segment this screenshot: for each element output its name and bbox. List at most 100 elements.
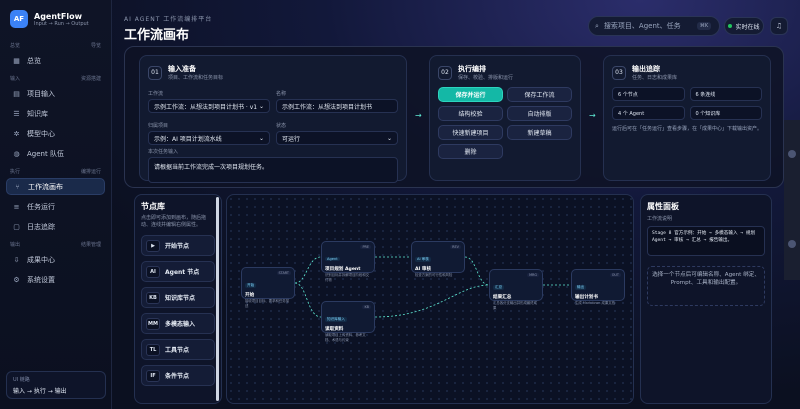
node-tag: 知识库输入	[325, 317, 347, 322]
sidebar-item-settings[interactable]: ⚙ 系统设置	[6, 271, 105, 288]
dot-icon	[788, 240, 796, 248]
sidebar-item-canvas[interactable]: ⑂ 工作流画布	[6, 178, 105, 195]
node-output[interactable]: 输出 OUT 输出计划书 生成 Markdown 成果文档	[571, 269, 625, 305]
task-input-field[interactable]: 请根据当前工作流完成一次项目规划任务。	[148, 157, 398, 183]
sidebar-item-tasks[interactable]: ≡ 任务运行	[6, 198, 105, 215]
node-badge: KB	[362, 305, 371, 309]
library-item-start[interactable]: ▶ 开始节点	[141, 235, 215, 256]
auto-layout-button[interactable]: 自动排版	[507, 106, 572, 121]
search-box[interactable]: ⌕ ⌘K	[588, 16, 720, 36]
sidebar-item-results[interactable]: ⇩ 成果中心	[6, 251, 105, 268]
right-edge-strip	[784, 120, 800, 280]
page-title: 工作流画布	[124, 28, 190, 43]
quick-new-project-button[interactable]: 快速新建项目	[438, 125, 503, 140]
node-tag: 输出	[575, 285, 587, 290]
node-desc: 接收项目目标、要求和任务描述	[245, 299, 290, 308]
properties-panel: 属性面板 工作流说明 Stage 8 官方示例：开始 → 多模态输入 → 规划 …	[640, 194, 772, 404]
node-badge: PRE	[360, 245, 371, 249]
delete-button[interactable]: 删除	[438, 144, 503, 159]
node-title: 项目规划 Agent	[325, 267, 361, 272]
edge-kb-merge	[374, 284, 490, 318]
workflow-value: 示例工作流：从想法到项目计划书 · v1	[154, 103, 258, 111]
nav-group-execute: 执行 编排运行	[6, 168, 105, 175]
library-item-knowledge[interactable]: KB 知识库节点	[141, 287, 215, 308]
node-desc: 识别目标并拆解项目阶段和交付物	[325, 273, 370, 282]
step-subtitle: 任务、日志和成果库	[632, 75, 678, 81]
sidebar-item-logs[interactable]: ▢ 日志追踪	[6, 218, 105, 235]
search-input[interactable]	[603, 22, 692, 30]
step-subtitle: 保存、校验、排版和运行	[458, 75, 514, 81]
workflow-canvas[interactable]: 开始 START 开始 接收项目目标、要求和任务描述 Agent PRE 项目规…	[226, 194, 634, 404]
node-tag: AI 审核	[415, 257, 431, 262]
list-icon: ≡	[13, 202, 20, 211]
sidebar-item-project-input[interactable]: ▤ 项目输入	[6, 85, 105, 102]
status-dot-icon	[728, 24, 733, 28]
online-status: 实时在线	[724, 17, 764, 35]
tool-icon: TL	[146, 343, 160, 356]
node-merge[interactable]: 汇总 MRG 结果汇总 汇总各分支输出并形成最终成果	[489, 269, 543, 310]
node-tag: 开始	[245, 283, 257, 288]
name-field[interactable]: 示例工作流：从想法到项目计划书	[276, 99, 398, 113]
sidebar-item-label: 工作流画布	[28, 182, 63, 191]
node-title: 开始	[245, 293, 255, 298]
nav-group-label: 输出	[10, 242, 21, 248]
output-note: 运行后可在「任务运行」查看步骤，在「成果中心」下载输出资产。	[612, 126, 763, 132]
nav-group-overview: 总览 导览	[6, 42, 105, 49]
node-read-docs[interactable]: 知识库输入 KB 读取资料 读取项目上传资料、参考文档、术语与约束	[321, 301, 375, 342]
ui-flow-box: UI 链路 输入 → 执行 → 输出	[6, 371, 106, 399]
folder-icon: ▤	[13, 89, 20, 98]
library-item-label: 条件节点	[165, 373, 190, 380]
nav-group-note: 结果管理	[80, 242, 101, 248]
database-icon: ☰	[13, 109, 20, 118]
name-value: 示例工作流：从想法到项目计划书	[282, 103, 373, 111]
search-icon: ⌕	[595, 21, 599, 30]
brand: AF AgentFlow Input → Run → Output	[6, 10, 105, 28]
nav-group-label: 总览	[10, 43, 21, 49]
task-input-label: 本次任务输入	[148, 149, 179, 155]
save-and-run-button[interactable]: 保存并运行	[438, 87, 503, 102]
sidebar-item-knowledge-base[interactable]: ☰ 知识库	[6, 105, 105, 122]
brand-logo: AF	[10, 10, 28, 28]
workflow-description[interactable]: Stage 8 官方示例：开始 → 多模态输入 → 规划 Agent → 审核 …	[647, 226, 765, 256]
step-title: 输入准备	[168, 65, 196, 73]
new-draft-button[interactable]: 新建草稿	[507, 125, 572, 140]
cloud-download-icon: ⇩	[13, 255, 20, 264]
sidebar-item-models[interactable]: ✲ 模型中心	[6, 125, 105, 142]
node-ai-review[interactable]: AI 审核 REV AI 审核 检查方案的可行性和风险	[411, 241, 465, 277]
grid-icon: ▦	[13, 56, 20, 65]
dot-icon	[788, 150, 796, 158]
sidebar-item-label: 任务运行	[27, 202, 55, 211]
library-item-label: 开始节点	[165, 243, 190, 250]
node-title: 读取资料	[325, 327, 344, 332]
step-output-card: 03 输出追踪 任务、日志和成果库 6 个节点 6 条连线 4 个 Agent …	[603, 55, 771, 181]
workflow-select[interactable]: 示例工作流：从想法到项目计划书 · v1 ⌄	[148, 99, 270, 113]
sidebar-item-overview[interactable]: ▦ 总览	[6, 52, 105, 69]
library-item-label: 工具节点	[165, 347, 190, 354]
state-select[interactable]: 可运行 ⌄	[276, 131, 398, 145]
node-planning-agent[interactable]: Agent PRE 项目规划 Agent 识别目标并拆解项目阶段和交付物	[321, 241, 375, 282]
properties-subtitle: 工作流说明	[647, 216, 673, 222]
project-select[interactable]: 示例：AI 项目计划流水线 ⌄	[148, 131, 270, 145]
library-item-condition[interactable]: IF 条件节点	[141, 365, 215, 386]
name-label: 名称	[276, 91, 287, 97]
edge-start-kb	[294, 282, 322, 318]
sidebar-item-agents[interactable]: ◍ Agent 队伍	[6, 145, 105, 162]
notification-button[interactable]: ♫	[770, 17, 788, 35]
library-item-multimodal[interactable]: MM 多模态输入	[141, 313, 215, 334]
library-description: 点击即可添加到画布，随后拖动、连线并编辑右侧属性。	[141, 215, 207, 228]
nav-group-input: 输入 资源搭建	[6, 75, 105, 82]
library-item-label: 知识库节点	[165, 295, 196, 302]
step-execute-card: 02 执行编排 保存、校验、排版和运行 保存并运行 保存工作流 结构校验 自动排…	[429, 55, 581, 181]
validate-button[interactable]: 结构校验	[438, 106, 503, 121]
kb-count: 0 个知识库	[689, 106, 762, 120]
node-start[interactable]: 开始 START 开始 接收项目目标、要求和任务描述	[241, 267, 295, 308]
library-item-agent[interactable]: AI Agent 节点	[141, 261, 215, 282]
sidebar-item-label: 项目输入	[27, 89, 55, 98]
library-item-tool[interactable]: TL 工具节点	[141, 339, 215, 360]
library-scrollbar[interactable]	[216, 197, 219, 401]
ai-icon: AI	[146, 265, 160, 278]
save-workflow-button[interactable]: 保存工作流	[507, 87, 572, 102]
step-input-card: 01 输入准备 项目、工作流和任务目标 工作流 示例工作流：从想法到项目计划书 …	[139, 55, 407, 183]
nav-group-label: 输入	[10, 76, 21, 82]
gear-icon: ⚙	[13, 275, 20, 284]
